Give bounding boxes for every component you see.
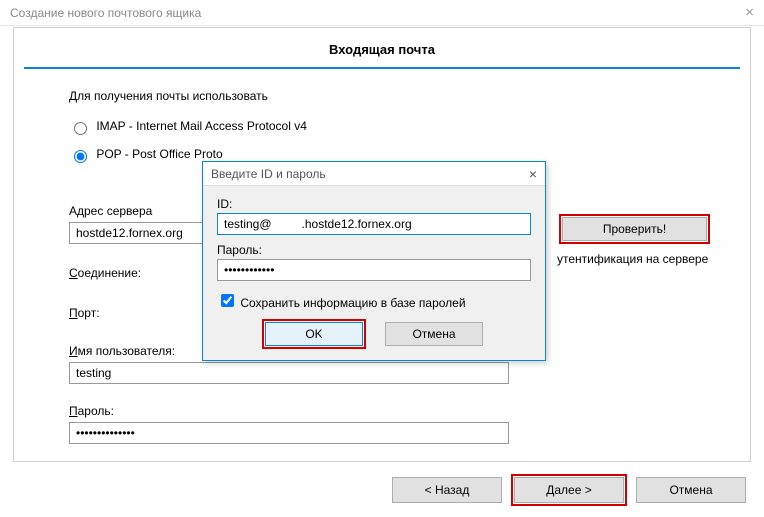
- dialog-password-label: Пароль:: [217, 243, 531, 257]
- protocol-imap-radio[interactable]: [74, 122, 87, 135]
- dialog-password-input[interactable]: [217, 259, 531, 281]
- ok-button[interactable]: OK: [265, 322, 363, 346]
- wizard-buttons: < Назад Далее > Отмена: [392, 477, 746, 503]
- credentials-dialog: Введите ID и пароль × ID: Пароль: Сохран…: [202, 161, 546, 361]
- dialog-body: ID: Пароль: Сохранить информацию в базе …: [203, 186, 545, 360]
- next-button[interactable]: Далее >: [514, 477, 624, 503]
- dialog-buttons: OK Отмена: [217, 322, 531, 346]
- protocol-imap-row[interactable]: IMAP - Internet Mail Access Protocol v4: [69, 113, 720, 141]
- save-password-checkbox[interactable]: [221, 294, 234, 307]
- cancel-button[interactable]: Отмена: [636, 477, 746, 503]
- password-label: Пароль:: [69, 404, 720, 418]
- port-label: Порт:: [69, 306, 219, 320]
- protocol-intro: Для получения почты использовать: [69, 89, 720, 103]
- auth-suffix-text: утентификация на сервере: [557, 252, 708, 266]
- password-row: Пароль:: [69, 404, 720, 444]
- close-icon[interactable]: ×: [745, 5, 754, 20]
- connection-label: Соединение:: [69, 266, 219, 280]
- verify-button[interactable]: Проверить!: [562, 217, 707, 241]
- protocol-pop-radio[interactable]: [74, 150, 87, 163]
- password-input[interactable]: [69, 422, 509, 444]
- protocol-pop-label: POP - Post Office Proto: [96, 147, 222, 161]
- username-input[interactable]: [69, 362, 509, 384]
- window-title: Создание нового почтового ящика: [10, 6, 201, 20]
- save-password-row[interactable]: Сохранить информацию в базе паролей: [217, 291, 531, 310]
- id-input[interactable]: [217, 213, 531, 235]
- dialog-titlebar: Введите ID и пароль ×: [203, 162, 545, 186]
- id-label: ID:: [217, 197, 531, 211]
- save-password-label: Сохранить информацию в базе паролей: [240, 296, 465, 310]
- protocol-imap-label: IMAP - Internet Mail Access Protocol v4: [96, 119, 307, 133]
- dialog-title: Введите ID и пароль: [211, 167, 326, 181]
- dialog-close-icon[interactable]: ×: [529, 166, 537, 182]
- window-titlebar: Создание нового почтового ящика ×: [0, 0, 764, 26]
- back-button[interactable]: < Назад: [392, 477, 502, 503]
- dialog-cancel-button[interactable]: Отмена: [385, 322, 483, 346]
- section-title: Входящая почта: [24, 28, 740, 69]
